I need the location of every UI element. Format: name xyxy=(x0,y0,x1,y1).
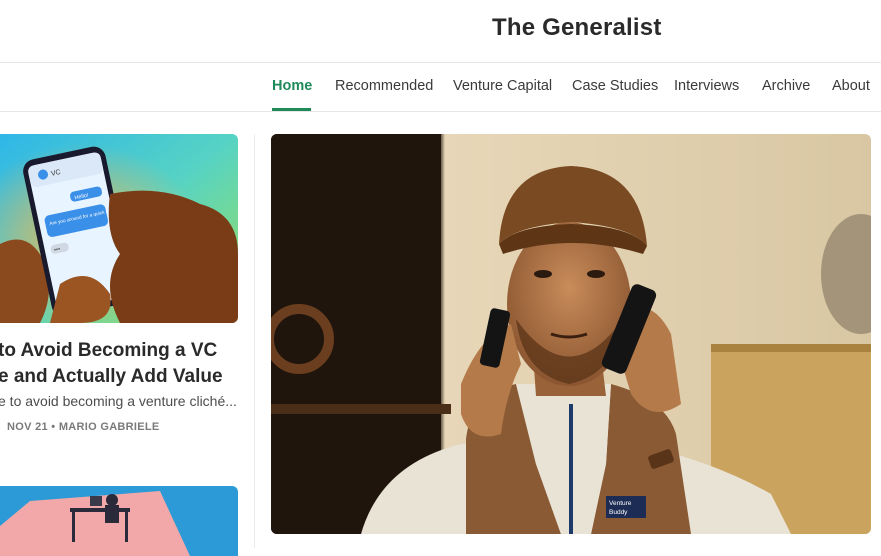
featured-post-title-line2[interactable]: e and Actually Add Value xyxy=(0,364,248,390)
featured-post-title[interactable]: to Avoid Becoming a VC e and Actually Ad… xyxy=(0,338,248,390)
post-meta: NOV 21 • MARIO GABRIELE xyxy=(7,421,160,433)
masthead: The Generalist xyxy=(0,0,881,63)
post-author[interactable]: MARIO GABRIELE xyxy=(59,421,160,433)
featured-post-image[interactable]: VC Hello! Are you around for a quick cha… xyxy=(0,134,238,323)
nav-item-home[interactable]: Home xyxy=(272,78,312,94)
vest-patch-line2: Buddy xyxy=(609,509,628,516)
main-nav: Home Recommended Venture Capital Case St… xyxy=(0,63,881,112)
second-post-image[interactable] xyxy=(0,486,238,556)
nav-item-interviews[interactable]: Interviews xyxy=(674,78,739,94)
post-date: NOV 21 xyxy=(7,421,48,433)
nav-item-about[interactable]: About xyxy=(832,78,870,94)
typing-indicator: ••• xyxy=(54,247,61,254)
site-title[interactable]: The Generalist xyxy=(492,14,662,42)
featured-post-subtitle[interactable]: e to avoid becoming a venture cliché... xyxy=(0,393,237,409)
vest-patch-line1: Venture xyxy=(609,500,632,507)
nav-item-recommended[interactable]: Recommended xyxy=(335,78,433,94)
active-tab-indicator xyxy=(272,108,311,111)
meta-separator: • xyxy=(51,421,56,433)
hero-post-image[interactable]: Venture Buddy xyxy=(271,134,871,534)
nav-item-archive[interactable]: Archive xyxy=(762,78,810,94)
column-divider xyxy=(254,134,255,548)
nav-item-venture-capital[interactable]: Venture Capital xyxy=(453,78,552,94)
nav-item-case-studies[interactable]: Case Studies xyxy=(572,78,658,94)
featured-post-title-line1[interactable]: to Avoid Becoming a VC xyxy=(0,338,248,364)
